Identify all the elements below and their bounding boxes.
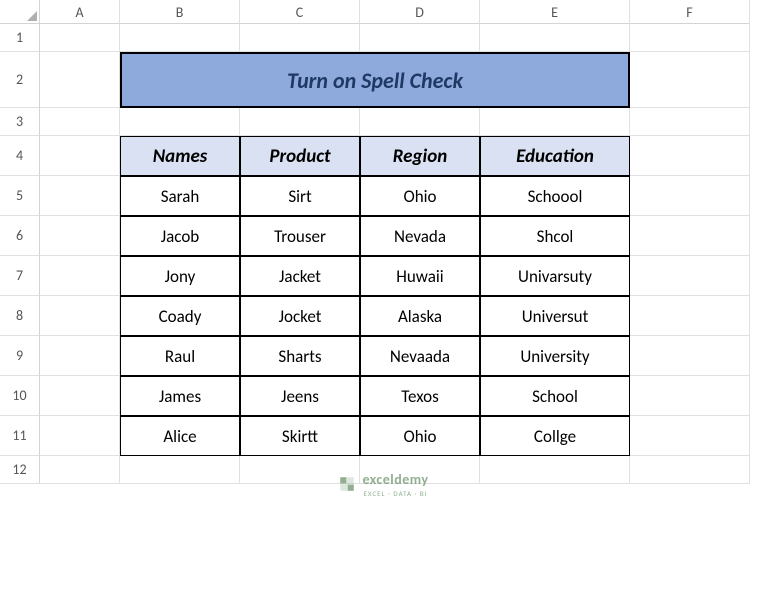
cell-b7[interactable]: Jony bbox=[120, 256, 240, 296]
cell-b3[interactable] bbox=[120, 108, 240, 136]
cell-d6[interactable]: Nevada bbox=[360, 216, 480, 256]
cell-a5[interactable] bbox=[40, 176, 120, 216]
header-education[interactable]: Education bbox=[480, 136, 630, 176]
cell-f8[interactable] bbox=[630, 296, 750, 336]
header-product[interactable]: Product bbox=[240, 136, 360, 176]
col-header-a[interactable]: A bbox=[40, 0, 120, 24]
cell-f1[interactable] bbox=[630, 24, 750, 52]
col-header-e[interactable]: E bbox=[480, 0, 630, 24]
title-cell[interactable]: Turn on Spell Check bbox=[120, 52, 630, 108]
header-names[interactable]: Names bbox=[120, 136, 240, 176]
cell-f10[interactable] bbox=[630, 376, 750, 416]
row-header-6[interactable]: 6 bbox=[0, 216, 40, 256]
cell-c9[interactable]: Sharts bbox=[240, 336, 360, 376]
cell-e3[interactable] bbox=[480, 108, 630, 136]
cell-b12[interactable] bbox=[120, 456, 240, 484]
cell-e5[interactable]: Schoool bbox=[480, 176, 630, 216]
cell-c6[interactable]: Trouser bbox=[240, 216, 360, 256]
cell-a3[interactable] bbox=[40, 108, 120, 136]
cell-b9[interactable]: Raul bbox=[120, 336, 240, 376]
cell-a2[interactable] bbox=[40, 52, 120, 108]
cell-d8[interactable]: Alaska bbox=[360, 296, 480, 336]
cell-c5[interactable]: Sirt bbox=[240, 176, 360, 216]
cell-b6[interactable]: Jacob bbox=[120, 216, 240, 256]
col-header-f[interactable]: F bbox=[630, 0, 750, 24]
cell-b5[interactable]: Sarah bbox=[120, 176, 240, 216]
row-header-3[interactable]: 3 bbox=[0, 108, 40, 136]
cell-d10[interactable]: Texos bbox=[360, 376, 480, 416]
row-header-8[interactable]: 8 bbox=[0, 296, 40, 336]
cell-d7[interactable]: Huwaii bbox=[360, 256, 480, 296]
row-header-11[interactable]: 11 bbox=[0, 416, 40, 456]
cell-a11[interactable] bbox=[40, 416, 120, 456]
cell-f3[interactable] bbox=[630, 108, 750, 136]
cell-e10[interactable]: School bbox=[480, 376, 630, 416]
cell-a1[interactable] bbox=[40, 24, 120, 52]
cell-b10[interactable]: James bbox=[120, 376, 240, 416]
cell-b1[interactable] bbox=[120, 24, 240, 52]
row-header-7[interactable]: 7 bbox=[0, 256, 40, 296]
cell-e7[interactable]: Univarsuty bbox=[480, 256, 630, 296]
cell-c12[interactable] bbox=[240, 456, 360, 484]
spreadsheet-grid: A B C D E F 1 2 Turn on Spell Check 3 4 … bbox=[0, 0, 767, 484]
cell-c1[interactable] bbox=[240, 24, 360, 52]
cell-e8[interactable]: Universut bbox=[480, 296, 630, 336]
cell-d3[interactable] bbox=[360, 108, 480, 136]
cell-f2[interactable] bbox=[630, 52, 750, 108]
cell-b11[interactable]: Alice bbox=[120, 416, 240, 456]
cell-f7[interactable] bbox=[630, 256, 750, 296]
cell-a6[interactable] bbox=[40, 216, 120, 256]
cell-a4[interactable] bbox=[40, 136, 120, 176]
col-header-b[interactable]: B bbox=[120, 0, 240, 24]
cell-a7[interactable] bbox=[40, 256, 120, 296]
header-region[interactable]: Region bbox=[360, 136, 480, 176]
row-header-12[interactable]: 12 bbox=[0, 456, 40, 484]
cell-c11[interactable]: Skirtt bbox=[240, 416, 360, 456]
cell-a12[interactable] bbox=[40, 456, 120, 484]
row-header-5[interactable]: 5 bbox=[0, 176, 40, 216]
row-header-1[interactable]: 1 bbox=[0, 24, 40, 52]
cell-f6[interactable] bbox=[630, 216, 750, 256]
cell-d11[interactable]: Ohio bbox=[360, 416, 480, 456]
cell-e9[interactable]: University bbox=[480, 336, 630, 376]
col-header-d[interactable]: D bbox=[360, 0, 480, 24]
watermark-sub: EXCEL · DATA · BI bbox=[362, 489, 428, 498]
cell-f12[interactable] bbox=[630, 456, 750, 484]
cell-e6[interactable]: Shcol bbox=[480, 216, 630, 256]
cell-f5[interactable] bbox=[630, 176, 750, 216]
cell-f11[interactable] bbox=[630, 416, 750, 456]
cell-a8[interactable] bbox=[40, 296, 120, 336]
cell-d12[interactable] bbox=[360, 456, 480, 484]
cell-e12[interactable] bbox=[480, 456, 630, 484]
cell-d5[interactable]: Ohio bbox=[360, 176, 480, 216]
row-header-4[interactable]: 4 bbox=[0, 136, 40, 176]
cell-c8[interactable]: Jocket bbox=[240, 296, 360, 336]
cell-c7[interactable]: Jacket bbox=[240, 256, 360, 296]
cell-f4[interactable] bbox=[630, 136, 750, 176]
cell-f9[interactable] bbox=[630, 336, 750, 376]
cell-e11[interactable]: Collge bbox=[480, 416, 630, 456]
cell-d1[interactable] bbox=[360, 24, 480, 52]
col-header-c[interactable]: C bbox=[240, 0, 360, 24]
cell-b8[interactable]: Coady bbox=[120, 296, 240, 336]
cell-c3[interactable] bbox=[240, 108, 360, 136]
select-all-corner[interactable] bbox=[0, 0, 40, 24]
cell-e1[interactable] bbox=[480, 24, 630, 52]
cell-a9[interactable] bbox=[40, 336, 120, 376]
cell-c10[interactable]: Jeens bbox=[240, 376, 360, 416]
row-header-9[interactable]: 9 bbox=[0, 336, 40, 376]
cell-d9[interactable]: Nevaada bbox=[360, 336, 480, 376]
row-header-2[interactable]: 2 bbox=[0, 52, 40, 108]
cell-a10[interactable] bbox=[40, 376, 120, 416]
row-header-10[interactable]: 10 bbox=[0, 376, 40, 416]
